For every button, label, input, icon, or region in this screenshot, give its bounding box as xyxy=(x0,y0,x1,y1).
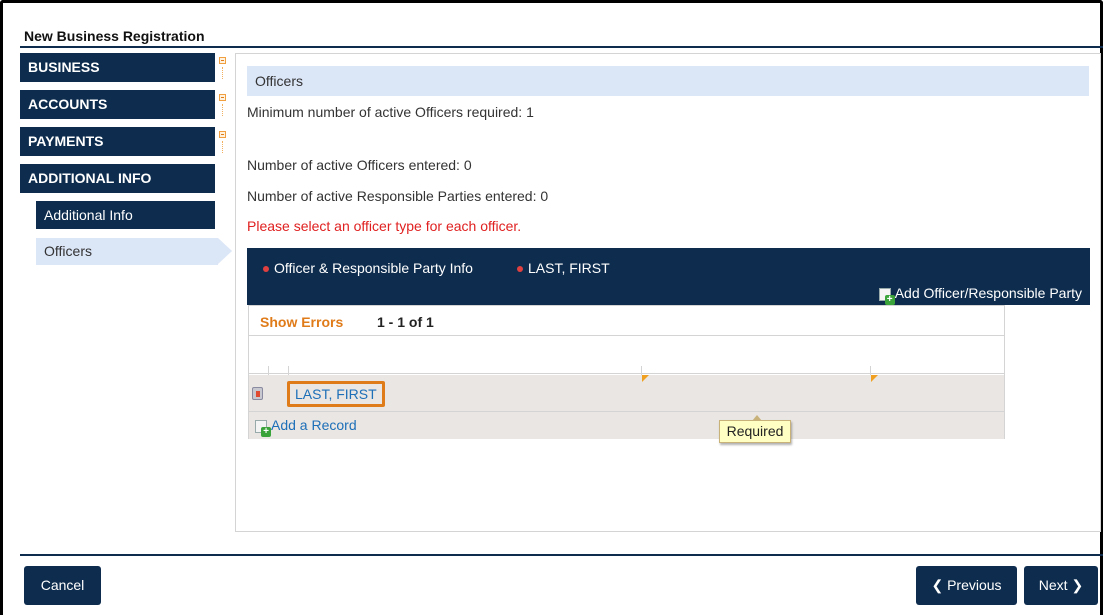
officers-entered-text: Number of active Officers entered: 0 xyxy=(247,157,472,173)
breadcrumb[interactable]: Officer & Responsible Party Info xyxy=(263,260,473,276)
bullet-icon xyxy=(517,266,523,273)
officer-info-bar: Officer & Responsible Party Info LAST, F… xyxy=(247,248,1090,305)
pager-text: 1 - 1 of 1 xyxy=(377,314,434,330)
sidebar-item-accounts[interactable]: ACCOUNTS xyxy=(20,90,215,119)
breadcrumb-owner-name[interactable]: LAST, FIRST xyxy=(528,260,610,276)
cancel-button[interactable]: Cancel xyxy=(24,566,101,605)
owner-name-link[interactable]: LAST, FIRST xyxy=(287,381,385,407)
expand-icon[interactable] xyxy=(219,94,226,101)
expand-icon[interactable] xyxy=(219,57,226,64)
bullet-icon xyxy=(263,266,269,273)
footer-divider xyxy=(20,554,1103,556)
sidebar-subitem-additional-info[interactable]: Additional Info xyxy=(36,201,215,229)
effective-date-cell[interactable] xyxy=(871,375,1004,411)
previous-label: Previous xyxy=(947,577,1002,593)
chevron-left-icon: ❮ xyxy=(931,577,944,593)
next-label: Next xyxy=(1038,577,1068,593)
tree-connector xyxy=(222,67,223,79)
error-message: Please select an officer type for each o… xyxy=(247,218,522,234)
parties-entered-text: Number of active Responsible Parties ent… xyxy=(247,188,549,204)
breadcrumb-officer-info[interactable]: Officer & Responsible Party Info xyxy=(274,260,473,276)
sidebar-subitem-officers[interactable]: Officers xyxy=(36,238,232,265)
sidebar-item-business[interactable]: BUSINESS xyxy=(20,53,215,82)
previous-button[interactable]: ❮ Previous xyxy=(916,566,1017,605)
add-officer-button[interactable]: Add Officer/Responsible Party xyxy=(878,285,1082,305)
add-record-button[interactable]: Add a Record xyxy=(255,417,357,437)
title-divider xyxy=(20,46,1103,48)
officers-grid: Show Errors 1 - 1 of 1 Owner Name Office… xyxy=(248,305,1005,439)
add-officer-label: Add Officer/Responsible Party xyxy=(894,285,1082,301)
tree-connector xyxy=(222,104,223,116)
window-title: New Business Registration xyxy=(24,28,205,44)
chevron-right-icon: ❯ xyxy=(1071,577,1084,593)
add-record-row: Add a Record xyxy=(249,412,1004,439)
show-errors-link[interactable]: Show Errors xyxy=(260,314,343,330)
grid-toolbar: Show Errors 1 - 1 of 1 xyxy=(249,306,1004,336)
breadcrumb-current[interactable]: LAST, FIRST xyxy=(517,260,610,276)
min-officers-text: Minimum number of active Officers requir… xyxy=(247,104,534,120)
required-tooltip: Required xyxy=(719,415,791,443)
tree-connector xyxy=(222,141,223,153)
expand-icon[interactable] xyxy=(219,131,226,138)
add-record-label: Add a Record xyxy=(271,417,357,433)
add-record-icon xyxy=(255,419,271,437)
section-title: Officers xyxy=(247,66,1089,96)
sidebar-item-payments[interactable]: PAYMENTS xyxy=(20,127,215,156)
next-button[interactable]: Next ❯ xyxy=(1024,566,1098,605)
sidebar-item-additional-info[interactable]: ADDITIONAL INFO xyxy=(20,164,215,193)
add-document-icon xyxy=(878,287,895,305)
grid-header-row: Owner Name Officer Type Effective Date xyxy=(249,336,1004,404)
table-row: LAST, FIRST xyxy=(249,375,1004,412)
officer-type-cell[interactable] xyxy=(642,375,871,411)
delete-icon[interactable] xyxy=(252,387,263,400)
